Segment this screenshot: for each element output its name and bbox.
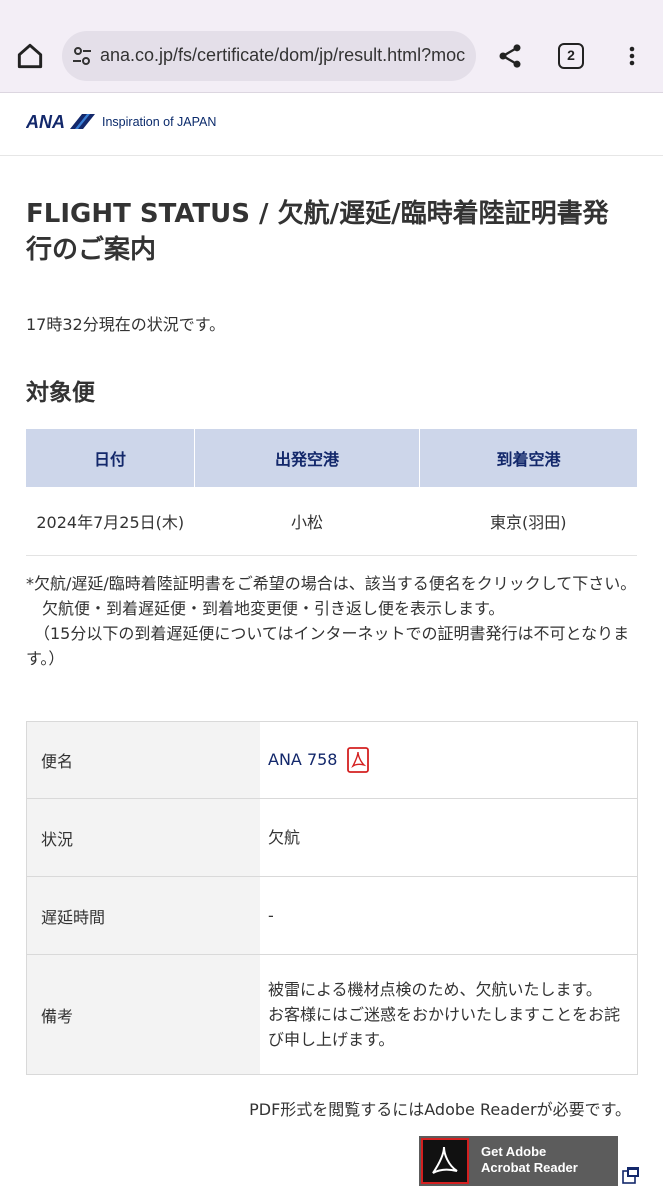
tune-icon[interactable] [70,44,94,68]
tagline: Inspiration of JAPAN [102,115,217,129]
cell-departure: 小松 [194,487,420,556]
delay-value: - [260,876,638,955]
remarks-line-1: 被雷による機材点検のため、欠航いたします。 [268,980,602,999]
header-departure: 出発空港 [194,429,420,487]
address-bar[interactable]: ana.co.jp/fs/certificate/dom/jp/result.h… [62,31,476,81]
delay-label: 遅延時間 [26,876,260,955]
external-window-icon [622,1167,639,1184]
ana-logo[interactable]: ANA [26,111,96,133]
status-label: 状況 [26,798,260,877]
detail-row-delay: 遅延時間 - [26,876,638,955]
svg-text:ANA: ANA [26,112,65,132]
section-title: 対象便 [26,380,95,406]
browser-toolbar: ana.co.jp/fs/certificate/dom/jp/result.h… [0,0,663,93]
adobe-reader-note: PDF形式を閲覧するにはAdobe Readerが必要です。 [249,1100,631,1119]
pdf-icon[interactable] [346,747,369,774]
remarks-value: 被雷による機材点検のため、欠航いたします。 お客様にはご迷惑をおかけいたしますこ… [260,954,638,1075]
flight-number-cell: ANA 758 [260,721,638,799]
status-value: 欠航 [260,798,638,877]
flight-detail-table: 便名 ANA 758 状況 欠航 遅延時間 - 備考 被雷による機材点検のため、… [26,721,638,1075]
detail-row-remarks: 備考 被雷による機材点検のため、欠航いたします。 お客様にはご迷惑をおかけいたし… [26,954,638,1075]
flight-table: 日付 出発空港 到着空港 2024年7月25日(木) 小松 東京(羽田) [26,429,637,556]
acrobat-logo-icon [421,1138,469,1184]
remarks-label: 備考 [26,954,260,1075]
remarks-line-2: お客様にはご迷惑をおかけいたしますことをお詫び申し上げます。 [268,1005,621,1049]
home-icon[interactable] [14,40,46,72]
more-vert-icon[interactable] [620,42,644,70]
status-time: 17時32分現在の状況です。 [26,315,226,334]
tab-switcher-button[interactable]: 2 [558,43,584,69]
note-line-1: *欠航/遅延/臨時着陸証明書をご希望の場合は、該当する便名をクリックして下さい。 [26,574,637,593]
cell-arrival: 東京(羽田) [419,487,637,556]
header-date: 日付 [26,429,195,487]
flight-number-label: 便名 [26,721,260,799]
site-header: ANA Inspiration of JAPAN [0,93,663,156]
flight-table-header: 日付 出発空港 到着空港 [26,429,637,487]
header-arrival: 到着空港 [419,429,637,487]
table-row: 2024年7月25日(木) 小松 東京(羽田) [26,487,637,556]
adobe-button-line-2: Acrobat Reader [481,1160,578,1175]
detail-row-status: 状況 欠航 [26,798,638,877]
note-line-3: （15分以下の到着遅延便についてはインターネットでの証明書発行は不可となります。… [26,624,630,668]
cell-date: 2024年7月25日(木) [26,487,195,556]
detail-row-flight: 便名 ANA 758 [26,721,638,799]
share-icon[interactable] [496,42,524,70]
flight-number-link[interactable]: ANA 758 [268,750,337,769]
url-text[interactable]: ana.co.jp/fs/certificate/dom/jp/result.h… [100,45,465,66]
instructions-note: *欠航/遅延/臨時着陸証明書をご希望の場合は、該当する便名をクリックして下さい。… [26,571,638,671]
get-adobe-reader-button[interactable]: Get Adobe Acrobat Reader [419,1136,618,1186]
adobe-button-line-1: Get Adobe [481,1144,547,1159]
page-title: FLIGHT STATUS / 欠航/遅延/臨時着陸証明書発行のご案内 [26,199,609,265]
note-line-2: 欠航便・到着遅延便・到着地変更便・引き返し便を表示します。 [26,599,505,618]
